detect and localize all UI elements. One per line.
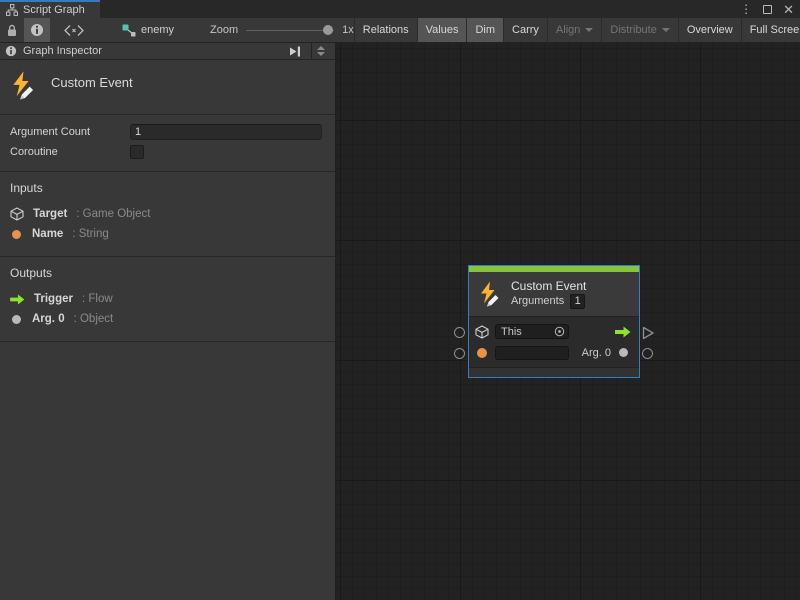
port-row-name: Name : String — [10, 224, 325, 244]
coroutine-checkbox[interactable] — [130, 145, 144, 159]
coroutine-row: Coroutine — [10, 142, 322, 162]
node-output-flow-connector[interactable] — [642, 326, 655, 340]
dim-button[interactable]: Dim — [466, 18, 503, 42]
chevron-down-icon — [585, 28, 593, 32]
unit-fields: Argument Count Coroutine — [0, 115, 335, 172]
node-arguments-label: Arguments — [511, 294, 564, 309]
name-value-input[interactable] — [495, 346, 569, 360]
outputs-section: Outputs Trigger : Flow Arg. 0 : Object — [0, 257, 335, 342]
stepper-up-icon — [317, 46, 325, 50]
port-row-target: Target : Game Object — [10, 204, 325, 224]
close-icon[interactable]: ✕ — [783, 3, 794, 16]
port-type: : Game Object — [76, 208, 150, 220]
node-header[interactable]: Custom Event Arguments 1 — [469, 272, 639, 317]
object-picker-icon — [554, 326, 565, 337]
info-icon — [30, 23, 44, 37]
distribute-label: Distribute — [610, 24, 656, 36]
overview-button[interactable]: Overview — [678, 18, 741, 42]
stepper-down-icon — [317, 52, 325, 56]
breadcrumb-graph-name: enemy — [141, 24, 174, 36]
tab-script-graph[interactable]: Script Graph — [0, 0, 100, 18]
outputs-title: Outputs — [10, 266, 325, 280]
lock-icon — [6, 24, 18, 37]
port-type: : String — [72, 228, 108, 240]
custom-event-icon — [10, 71, 37, 101]
port-name: Name — [32, 228, 63, 240]
argument-count-input[interactable] — [130, 124, 322, 140]
info-icon — [5, 45, 17, 57]
angle-brackets-x-icon — [64, 25, 84, 36]
maximize-icon[interactable] — [763, 5, 772, 14]
graph-canvas[interactable]: Custom Event Arguments 1 This — [336, 43, 800, 600]
zoom-control: Zoom 1x — [210, 18, 354, 42]
zoom-slider[interactable] — [246, 30, 334, 31]
window-titlebar: Script Graph ⋮ ✕ — [0, 0, 800, 18]
panel-stepper[interactable] — [311, 43, 330, 59]
node-row-arg0: Arg. 0 — [475, 342, 633, 363]
relations-button[interactable]: Relations — [354, 18, 417, 42]
unit-title: Custom Event — [51, 71, 133, 90]
zoom-value: 1x — [342, 24, 354, 36]
tab-title: Script Graph — [23, 4, 85, 16]
node-output-value-connector[interactable] — [642, 348, 653, 359]
values-button[interactable]: Values — [417, 18, 467, 42]
node-body: This Arg. 0 — [469, 317, 639, 367]
argument-count-row: Argument Count — [10, 122, 322, 142]
lock-button[interactable] — [0, 18, 24, 42]
inspector-toggle-button[interactable] — [24, 18, 50, 42]
align-dropdown[interactable]: Align — [547, 18, 601, 42]
grey-value-dot-icon — [12, 315, 21, 324]
node-title: Custom Event — [511, 279, 586, 294]
dock-right-icon — [289, 46, 301, 57]
node-row-target: This — [475, 321, 633, 342]
orange-value-dot-icon[interactable] — [477, 348, 487, 358]
graph-inspector-panel: Graph Inspector Custom Event — [0, 43, 336, 600]
inspector-header: Graph Inspector — [0, 43, 335, 60]
port-row-trigger: Trigger : Flow — [10, 289, 325, 309]
port-name: Trigger — [34, 293, 73, 305]
target-value: This — [501, 326, 554, 338]
full-screen-button[interactable]: Full Screen — [741, 18, 800, 42]
custom-event-icon — [478, 281, 502, 308]
port-type: : Object — [74, 313, 114, 325]
flow-arrow-icon[interactable] — [615, 326, 631, 338]
window-menu-icon[interactable]: ⋮ — [740, 3, 752, 15]
toolbar-right-group: Relations Values Dim Carry Align Distrib… — [354, 18, 800, 42]
flow-arrow-icon — [10, 294, 25, 305]
dock-panel-button[interactable] — [285, 43, 305, 59]
port-type: : Flow — [82, 293, 113, 305]
port-name: Arg. 0 — [32, 313, 65, 325]
game-object-cube-icon — [10, 207, 24, 221]
unit-header: Custom Event — [0, 60, 335, 115]
inspector-title: Graph Inspector — [23, 45, 102, 57]
inspector-empty-area — [0, 342, 335, 600]
graph-toolbar: enemy Zoom 1x Relations Values Dim Carry… — [0, 18, 800, 43]
target-object-dropdown[interactable]: This — [495, 324, 569, 339]
value-preview-button[interactable] — [50, 18, 98, 42]
distribute-dropdown[interactable]: Distribute — [601, 18, 677, 42]
custom-event-node[interactable]: Custom Event Arguments 1 This — [468, 265, 640, 378]
carry-button[interactable]: Carry — [503, 18, 547, 42]
inputs-title: Inputs — [10, 181, 325, 195]
coroutine-label: Coroutine — [10, 146, 130, 158]
node-arg0-label: Arg. 0 — [582, 347, 611, 359]
chevron-down-icon — [662, 28, 670, 32]
orange-value-dot-icon — [12, 230, 21, 239]
node-input-flow-connector[interactable] — [454, 327, 465, 338]
graph-hierarchy-icon — [6, 4, 18, 16]
grey-value-dot-icon[interactable] — [619, 348, 628, 357]
node-footer — [469, 367, 639, 377]
script-graph-asset-icon — [122, 24, 136, 37]
align-label: Align — [556, 24, 580, 36]
game-object-cube-icon[interactable] — [475, 325, 489, 339]
port-name: Target — [33, 208, 67, 220]
zoom-slider-handle[interactable] — [323, 25, 333, 35]
port-row-arg0: Arg. 0 : Object — [10, 309, 325, 329]
breadcrumb[interactable]: enemy — [122, 18, 174, 42]
node-input-value-connector[interactable] — [454, 348, 465, 359]
inputs-section: Inputs Target : Game Object Name : Strin… — [0, 172, 335, 257]
node-arguments-value[interactable]: 1 — [570, 294, 585, 309]
zoom-label: Zoom — [210, 24, 238, 36]
argument-count-label: Argument Count — [10, 126, 130, 138]
